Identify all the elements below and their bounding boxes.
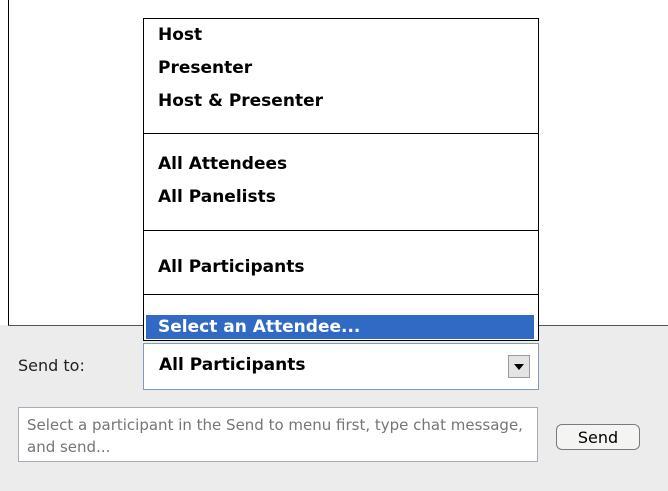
send-to-dropdown-list: Host Presenter Host & Presenter All Atte…: [143, 18, 539, 341]
send-to-dropdown-button[interactable]: [508, 355, 530, 378]
send-to-value: All Participants: [159, 355, 306, 375]
menu-separator: [144, 230, 538, 231]
menu-item-all-panelists[interactable]: All Panelists: [158, 185, 276, 209]
chevron-down-icon: [514, 364, 524, 370]
menu-item-host[interactable]: Host: [158, 23, 202, 47]
chat-area-border: [8, 0, 9, 325]
send-to-label: Send to:: [18, 356, 85, 375]
menu-separator: [144, 294, 538, 295]
send-to-select[interactable]: All Participants: [143, 343, 539, 390]
menu-item-all-participants[interactable]: All Participants: [158, 255, 304, 279]
chat-message-input[interactable]: [18, 407, 538, 462]
menu-item-all-attendees[interactable]: All Attendees: [158, 152, 287, 176]
menu-item-presenter[interactable]: Presenter: [158, 56, 252, 80]
menu-item-host-presenter[interactable]: Host & Presenter: [158, 89, 323, 113]
send-button[interactable]: Send: [556, 424, 640, 450]
menu-item-select-attendee[interactable]: Select an Attendee...: [146, 315, 534, 339]
menu-separator: [144, 133, 538, 134]
